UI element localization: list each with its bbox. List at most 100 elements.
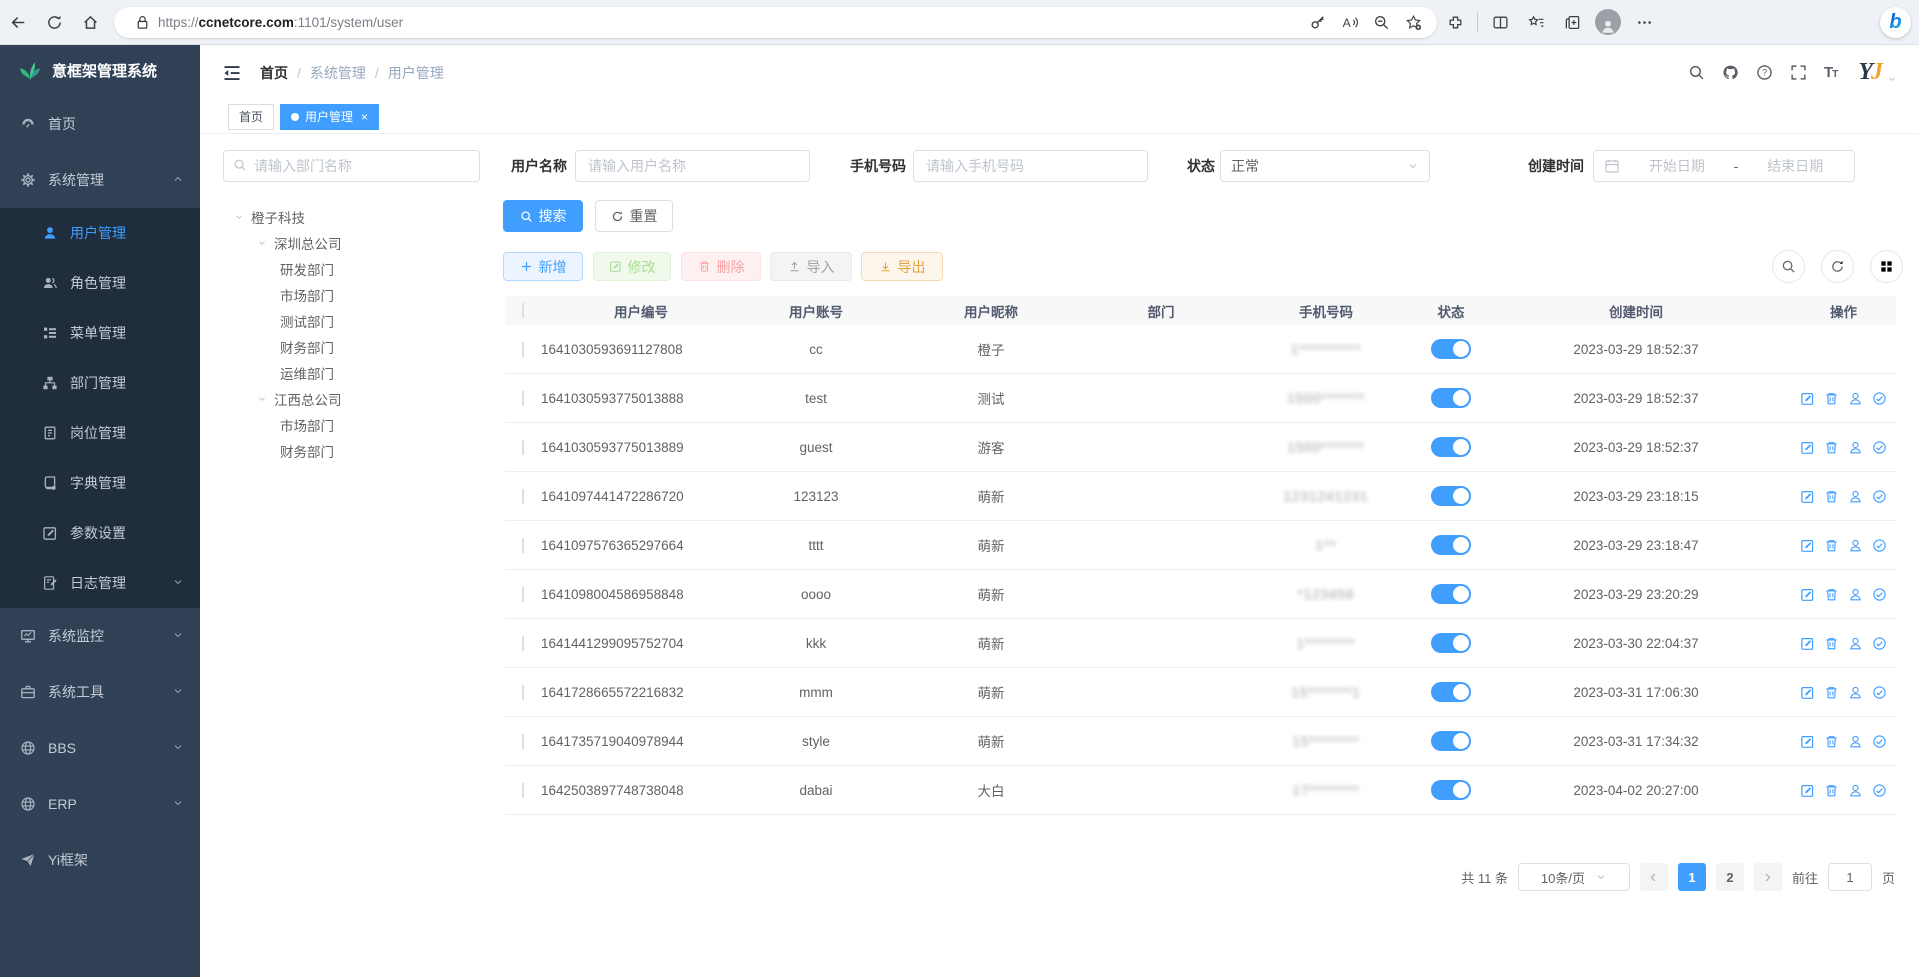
next-page-button[interactable] [1754,863,1782,891]
row-checkbox[interactable] [522,734,524,749]
tree-node[interactable]: 市场部门 [223,282,493,308]
row-checkbox[interactable] [522,342,524,357]
help-icon[interactable]: ? [1756,64,1773,81]
sidebar-item-5[interactable]: 部门管理 [0,358,200,408]
tree-node[interactable]: 橙子科技 [223,204,493,230]
sidebar-item-14[interactable]: Yi框架 [0,832,200,888]
table-search-icon[interactable] [1772,250,1805,283]
page-button-2[interactable]: 2 [1716,863,1744,891]
sidebar-item-11[interactable]: 系统工具 [0,664,200,720]
select-all-checkbox[interactable] [522,303,524,318]
tree-node[interactable]: 市场部门 [223,412,493,438]
sidebar-item-1[interactable]: 系统管理 [0,152,200,208]
tree-node[interactable]: 研发部门 [223,256,493,282]
status-toggle[interactable] [1431,682,1471,702]
table-row[interactable]: 1641030593691127808cc橙子1**********2023-0… [505,325,1896,374]
font-size-icon[interactable]: TT [1824,64,1837,81]
status-toggle[interactable] [1431,388,1471,408]
table-row[interactable]: 1641728665572216832mmm萌新15*******12023-0… [505,668,1896,717]
tree-expand-icon[interactable] [250,238,274,248]
tree-node[interactable]: 深圳总公司 [223,230,493,256]
row-checkbox[interactable] [522,391,524,406]
search-icon[interactable] [1688,64,1705,81]
sidebar-item-9[interactable]: 日志管理 [0,558,200,608]
sidebar-item-13[interactable]: ERP [0,776,200,832]
status-toggle[interactable] [1431,486,1471,506]
page-size-select[interactable]: 10条/页 [1518,863,1630,891]
fullscreen-icon[interactable] [1790,64,1807,81]
table-row[interactable]: 1641030593775013889guest游客1500*******202… [505,423,1896,472]
split-screen-icon[interactable] [1482,5,1518,39]
status-toggle[interactable] [1431,339,1471,359]
tab-home[interactable]: 首页 [228,104,274,130]
table-row[interactable]: 1642503897748738048dabai大白17********2023… [505,766,1896,815]
tree-node[interactable]: 测试部门 [223,308,493,334]
phone-input[interactable] [913,150,1148,182]
breadcrumb-home[interactable]: 首页 [260,63,288,83]
row-checkbox[interactable] [522,685,524,700]
row-checkbox[interactable] [522,440,524,455]
back-icon[interactable] [0,5,36,39]
reset-button[interactable]: 重置 [595,200,673,232]
sidebar-item-12[interactable]: BBS [0,720,200,776]
extensions-icon[interactable] [1437,5,1473,39]
table-row[interactable]: 1641030593775013888test测试1500*******2023… [505,374,1896,423]
profile-avatar[interactable] [1595,9,1621,35]
import-button[interactable]: 导入 [770,252,852,281]
sidebar-item-8[interactable]: 参数设置 [0,508,200,558]
table-refresh-icon[interactable] [1821,250,1854,283]
table-row[interactable]: 1641097441472286720123123萌新1231241231202… [505,472,1896,521]
read-aloud-icon[interactable]: A [1333,5,1365,39]
table-row[interactable]: 1641097576365297664tttt萌新1**2023-03-29 2… [505,521,1896,570]
status-toggle[interactable] [1431,535,1471,555]
tree-expand-icon[interactable] [250,394,274,404]
search-button[interactable]: 搜索 [503,200,583,232]
dept-search-input[interactable] [223,150,480,182]
table-row[interactable]: 1641098004586958848oooo萌新*1234562023-03-… [505,570,1896,619]
goto-page-input[interactable] [1828,863,1872,891]
status-toggle[interactable] [1431,633,1471,653]
sidebar-item-3[interactable]: 角色管理 [0,258,200,308]
status-toggle[interactable] [1431,731,1471,751]
home-icon[interactable] [72,5,108,39]
sidebar-item-2[interactable]: 用户管理 [0,208,200,258]
tree-node[interactable]: 运维部门 [223,360,493,386]
username-input[interactable] [575,150,810,182]
address-bar[interactable]: https://ccnetcore.com:1101/system/user A [114,7,1437,38]
github-icon[interactable] [1722,64,1739,81]
row-checkbox[interactable] [522,538,524,553]
status-toggle[interactable] [1431,584,1471,604]
delete-button[interactable]: 删除 [681,252,761,281]
row-checkbox[interactable] [522,587,524,602]
status-toggle[interactable] [1431,780,1471,800]
column-settings-icon[interactable] [1870,250,1903,283]
sidebar-item-0[interactable]: 首页 [0,96,200,152]
user-logo[interactable]: YJ [1858,59,1897,86]
sidebar-item-4[interactable]: 菜单管理 [0,308,200,358]
tree-node[interactable]: 江西总公司 [223,386,493,412]
sidebar-item-7[interactable]: 字典管理 [0,458,200,508]
modify-button[interactable]: 修改 [593,252,671,281]
sidebar-item-10[interactable]: 系统监控 [0,608,200,664]
copilot-icon[interactable]: b [1880,7,1911,38]
sidebar-toggle-icon[interactable] [222,63,242,83]
key-icon[interactable] [1301,5,1333,39]
tree-expand-icon[interactable] [227,212,251,222]
row-checkbox[interactable] [522,783,524,798]
status-toggle[interactable] [1431,437,1471,457]
collections-icon[interactable] [1554,5,1590,39]
row-checkbox[interactable] [522,636,524,651]
tab-close-icon[interactable]: × [361,110,368,124]
row-checkbox[interactable] [522,489,524,504]
page-button-1[interactable]: 1 [1678,863,1706,891]
date-range-picker[interactable]: 开始日期 - 结束日期 [1593,150,1855,182]
favorites-bar-icon[interactable] [1518,5,1554,39]
add-favorite-icon[interactable] [1397,5,1429,39]
tree-node[interactable]: 财务部门 [223,438,493,464]
status-select[interactable]: 正常 [1220,150,1430,182]
tab-user-management[interactable]: 用户管理 × [280,104,379,130]
table-row[interactable]: 1641735719040978944style萌新15********2023… [505,717,1896,766]
sidebar-item-6[interactable]: 岗位管理 [0,408,200,458]
export-button[interactable]: 导出 [861,252,943,281]
breadcrumb-system[interactable]: 系统管理 [310,63,366,83]
